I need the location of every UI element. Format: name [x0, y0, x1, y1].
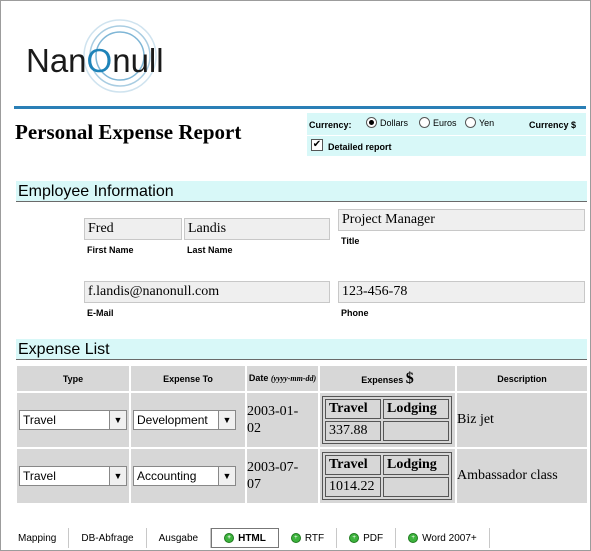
tab-html[interactable]: + HTML [211, 528, 279, 548]
first-name-field[interactable]: Fred [84, 218, 182, 240]
phone-field[interactable]: 123-456-78 [338, 281, 585, 303]
last-name-label: Last Name [187, 245, 233, 255]
chevron-down-icon: ▼ [218, 467, 235, 485]
type-select[interactable]: Travel ▼ [19, 410, 127, 430]
header-divider [14, 106, 586, 109]
employee-section-header: Employee Information [16, 181, 587, 202]
lodging-amount[interactable] [383, 421, 449, 441]
output-tabs: Mapping DB-Abfrage Ausgabe + HTML + RTF + P… [6, 528, 490, 548]
header-date: Date (yyyy-mm-dd) [247, 366, 318, 391]
detailed-report-label: Detailed report [328, 142, 392, 152]
phone-label: Phone [341, 308, 369, 318]
travel-amount[interactable]: 337.88 [325, 421, 381, 441]
detailed-report-bar: ✔ Detailed report [307, 136, 586, 156]
header-type: Type [17, 366, 129, 391]
currency-symbol-label: Currency $ [529, 120, 577, 130]
chevron-down-icon: ▼ [109, 411, 126, 429]
job-title-label: Title [341, 236, 360, 246]
radio-dollars[interactable] [366, 117, 377, 128]
tab-mapping[interactable]: Mapping [6, 528, 70, 548]
output-icon: + [224, 533, 235, 543]
currency-options-bar: Currency: Dollars Euros Yen Currency $ [307, 113, 586, 135]
currency-option-euros[interactable]: Euros [419, 117, 457, 128]
header-expense-to: Expense To [131, 366, 245, 391]
header-expenses: Expenses $ [320, 366, 455, 391]
nanonull-logo: NanOnull [22, 14, 192, 94]
currency-option-yen[interactable]: Yen [465, 117, 494, 128]
tab-db-abfrage[interactable]: DB-Abfrage [69, 528, 147, 548]
currency-option-dollars[interactable]: Dollars [366, 117, 408, 128]
first-name-label: First Name [87, 245, 134, 255]
travel-amount[interactable]: 1014.22 [325, 477, 381, 497]
email-label: E-Mail [87, 308, 114, 318]
tab-pdf[interactable]: + PDF [337, 528, 397, 548]
type-select[interactable]: Travel ▼ [19, 466, 127, 486]
currency-label: Currency: [309, 120, 352, 130]
lodging-amount[interactable] [383, 477, 449, 497]
tab-rtf[interactable]: + RTF [278, 528, 338, 548]
expense-to-select[interactable]: Accounting ▼ [133, 466, 236, 486]
expenses-breakdown: Travel Lodging 337.88 [322, 396, 452, 444]
header-description: Description [457, 366, 587, 391]
expense-table-header: Type Expense To Date (yyyy-mm-dd) Expens… [17, 366, 587, 391]
table-row: Travel ▼ Accounting ▼ 2003-07- 07 Travel Lod… [17, 449, 587, 503]
description-cell: Biz jet [457, 393, 587, 447]
output-icon: + [290, 533, 301, 543]
expenses-cell: Travel Lodging 337.88 [320, 393, 455, 447]
email-field[interactable]: f.landis@nanonull.com [84, 281, 330, 303]
detailed-report-checkbox[interactable]: ✔ [311, 139, 323, 151]
output-icon: + [349, 533, 360, 543]
chevron-down-icon: ▼ [218, 411, 235, 429]
description-cell: Ambassador class [457, 449, 587, 503]
job-title-field[interactable]: Project Manager [338, 209, 585, 231]
date-cell: 2003-01- 02 [247, 393, 318, 447]
expense-section-header: Expense List [16, 339, 587, 360]
radio-euros[interactable] [419, 117, 430, 128]
table-row: Travel ▼ Development ▼ 2003-01- 02 Travel Lo… [17, 393, 587, 447]
radio-yen[interactable] [465, 117, 476, 128]
logo-text: NanOnull [26, 42, 164, 79]
expenses-cell: Travel Lodging 1014.22 [320, 449, 455, 503]
expenses-breakdown: Travel Lodging 1014.22 [322, 452, 452, 500]
tab-ausgabe[interactable]: Ausgabe [146, 528, 212, 548]
last-name-field[interactable]: Landis [184, 218, 330, 240]
chevron-down-icon: ▼ [109, 467, 126, 485]
tab-word[interactable]: + Word 2007+ [396, 528, 490, 548]
output-icon: + [408, 533, 419, 543]
expense-table: Type Expense To Date (yyyy-mm-dd) Expens… [15, 364, 589, 505]
expense-to-select[interactable]: Development ▼ [133, 410, 236, 430]
date-cell: 2003-07- 07 [247, 449, 318, 503]
page-title: Personal Expense Report [15, 120, 242, 144]
